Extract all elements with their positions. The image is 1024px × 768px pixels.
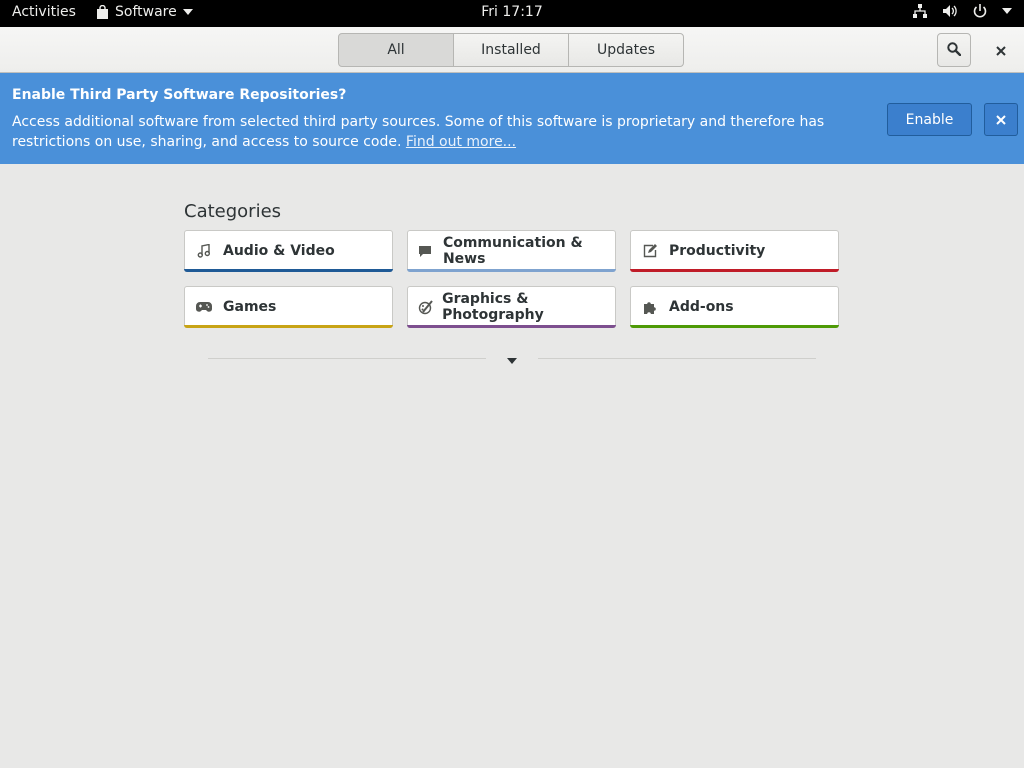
- top-bar: Activities Software Fri 17:17: [0, 0, 1024, 27]
- category-color-bar: [630, 325, 839, 328]
- music-note-icon: [185, 244, 223, 258]
- edit-icon: [631, 244, 669, 258]
- shopping-bag-icon: [96, 4, 109, 20]
- category-label: Productivity: [669, 243, 766, 259]
- puzzle-piece-icon: [631, 300, 669, 314]
- category-add-ons[interactable]: Add-ons: [630, 286, 839, 328]
- header-bar: All Installed Updates: [0, 27, 1024, 73]
- category-color-bar: [184, 325, 393, 328]
- system-tray[interactable]: [912, 3, 1012, 19]
- power-icon: [972, 3, 988, 19]
- search-icon: [947, 41, 962, 60]
- chevron-down-icon: [182, 9, 193, 15]
- show-more-button[interactable]: [504, 352, 520, 364]
- category-audio-video[interactable]: Audio & Video: [184, 230, 393, 272]
- category-label: Audio & Video: [223, 243, 335, 259]
- close-icon: [996, 41, 1006, 60]
- category-communication-news[interactable]: Communication & News: [407, 230, 616, 272]
- clock[interactable]: Fri 17:17: [481, 4, 542, 20]
- chevron-down-icon: [507, 349, 517, 368]
- volume-icon: [942, 3, 958, 19]
- divider: [538, 358, 816, 359]
- category-color-bar: [184, 269, 393, 272]
- close-icon: [996, 110, 1006, 129]
- palette-icon: [408, 299, 442, 315]
- category-label: Graphics & Photography: [442, 291, 544, 323]
- category-label: Games: [223, 299, 277, 315]
- network-icon: [912, 3, 928, 19]
- category-color-bar: [407, 269, 616, 272]
- category-label: Communication & News: [442, 235, 583, 267]
- enable-button[interactable]: Enable: [887, 103, 972, 136]
- divider: [208, 358, 486, 359]
- activities-button[interactable]: Activities: [12, 4, 76, 20]
- tab-installed[interactable]: Installed: [453, 33, 569, 67]
- window-close-button[interactable]: [988, 33, 1014, 67]
- app-menu[interactable]: Software: [96, 4, 193, 20]
- category-games[interactable]: Games: [184, 286, 393, 328]
- search-button[interactable]: [937, 33, 971, 67]
- chat-bubble-icon: [408, 244, 443, 258]
- third-party-infobar: Enable Third Party Software Repositories…: [0, 73, 1024, 164]
- category-graphics-photography[interactable]: Graphics & Photography: [407, 286, 616, 328]
- find-out-more-link[interactable]: Find out more...: [406, 134, 516, 150]
- category-productivity[interactable]: Productivity: [630, 230, 839, 272]
- gamepad-icon: [185, 301, 223, 313]
- dismiss-infobar-button[interactable]: [984, 103, 1018, 136]
- app-menu-label: Software: [115, 4, 177, 20]
- category-color-bar: [630, 269, 839, 272]
- category-label: Add-ons: [669, 299, 734, 315]
- tab-all[interactable]: All: [338, 33, 454, 67]
- infobar-title: Enable Third Party Software Repositories…: [12, 87, 347, 103]
- infobar-message: Access additional software from selected…: [12, 112, 872, 152]
- tab-updates[interactable]: Updates: [568, 33, 684, 67]
- category-color-bar: [407, 325, 616, 328]
- view-switcher: All Installed Updates: [338, 33, 684, 67]
- chevron-down-icon: [1002, 8, 1012, 14]
- categories-heading: Categories: [184, 201, 282, 222]
